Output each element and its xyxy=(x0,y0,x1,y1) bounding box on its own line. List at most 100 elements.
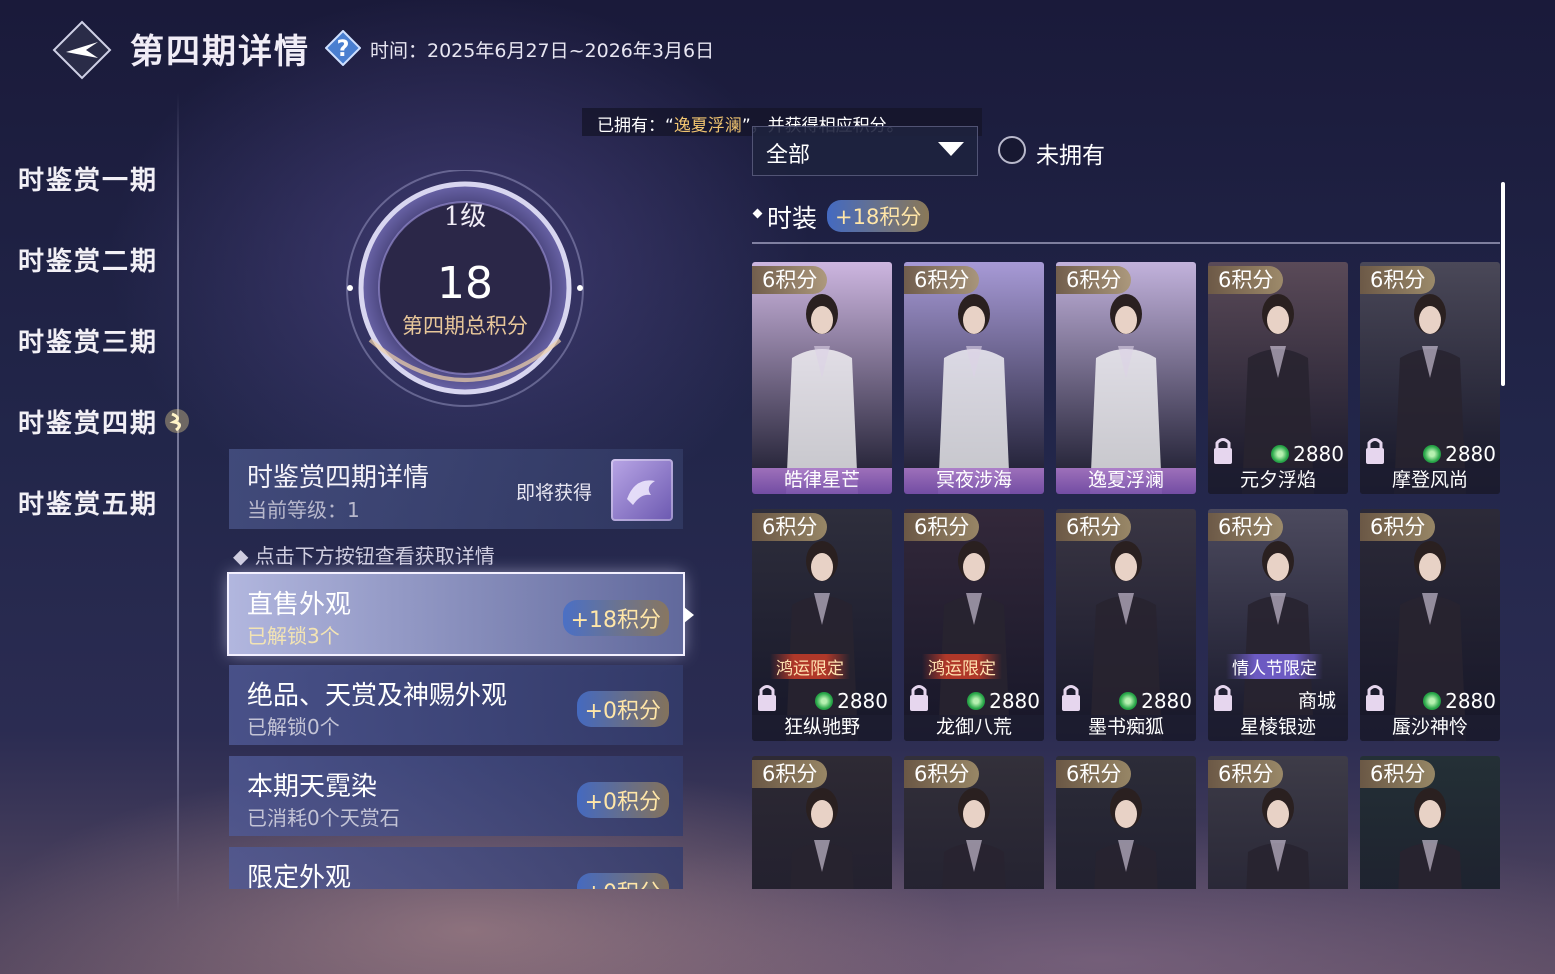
outfit-points-badge: 6积分 xyxy=(1056,760,1132,788)
category-limited[interactable]: 限定外观 +0积分 xyxy=(229,847,683,889)
lock-icon xyxy=(1366,438,1384,464)
category-title: 本期天霓染 xyxy=(247,772,378,802)
outfit-character-image xyxy=(938,294,1010,494)
outfit-price: 2880 xyxy=(1423,442,1496,466)
not-owned-label[interactable]: 未拥有 xyxy=(1036,136,1105,170)
outfit-points-badge: 6积分 xyxy=(1056,266,1132,294)
jade-currency-icon xyxy=(967,692,986,710)
outfit-name: 元夕浮焰 xyxy=(1239,469,1316,491)
outfit-price: 2880 xyxy=(1271,442,1344,466)
category-dye[interactable]: 本期天霓染 已消耗0个天赏石 +0积分 xyxy=(229,756,683,836)
outfit-card[interactable]: 6积分 xyxy=(752,756,892,889)
help-button[interactable]: ? xyxy=(324,29,362,67)
section-divider xyxy=(752,242,1500,244)
jade-currency-icon xyxy=(1423,445,1442,463)
category-limited-clip: 限定外观 +0积分 xyxy=(229,847,683,889)
outfit-character-image xyxy=(790,788,854,889)
outfit-card[interactable]: 6积分鸿运限定 2880 龙御八荒 xyxy=(904,509,1044,741)
category-points: +0积分 xyxy=(576,873,669,889)
hint-text: ◆ 点击下方按钮查看获取详情 xyxy=(233,544,495,568)
outfit-card[interactable]: 6积分情人节限定商城星棱银迹 xyxy=(1208,509,1348,741)
outfit-points-badge: 6积分 xyxy=(1360,266,1436,294)
outfit-shop-label: 商城 xyxy=(1297,690,1336,712)
diamond-icon xyxy=(752,208,763,219)
limited-tag: 鸿运限定 xyxy=(922,654,1002,679)
outfit-card[interactable]: 6积分冥夜涉海 xyxy=(904,262,1044,494)
outfit-price: 2880 xyxy=(967,689,1040,713)
lock-icon xyxy=(910,685,928,711)
outfit-card[interactable]: 6积分 2880 墨书痴狐 xyxy=(1056,509,1196,741)
jade-currency-icon xyxy=(815,692,834,710)
outfit-points-badge: 6积分 xyxy=(904,513,980,541)
limited-tag: 情人节限定 xyxy=(1226,654,1323,679)
sidebar-item-period-1[interactable]: 时鉴赏一期 xyxy=(18,160,158,197)
outfit-name: 皓律星芒 xyxy=(783,469,860,491)
sidebar-item-period-4[interactable]: 时鉴赏四期 xyxy=(18,403,158,440)
outfit-price-value: 2880 xyxy=(989,689,1040,713)
outfit-points-badge: 6积分 xyxy=(1360,513,1436,541)
outfit-price: 2880 xyxy=(1423,689,1496,713)
outfit-points-badge: 6积分 xyxy=(752,266,828,294)
outfit-card[interactable]: 6积分逸夏浮澜 xyxy=(1056,262,1196,494)
outfit-points-badge: 6积分 xyxy=(752,760,828,788)
outfit-points-badge: 6积分 xyxy=(752,513,828,541)
outfit-card[interactable]: 6积分 xyxy=(1360,756,1500,889)
current-level-text: 当前等级：1 xyxy=(247,498,360,522)
category-subtitle: 已解锁0个 xyxy=(247,715,340,739)
category-title: 绝品、天赏及神赐外观 xyxy=(247,681,508,711)
back-button[interactable] xyxy=(52,20,112,80)
outfit-card[interactable]: 6积分 xyxy=(1208,756,1348,889)
jade-currency-icon xyxy=(1271,445,1290,463)
event-time: 时间：2025年6月27日~2026年3月6日 xyxy=(370,40,715,62)
outfit-card[interactable]: 6积分 2880 蜃沙神怜 xyxy=(1360,509,1500,741)
outfit-name: 蜃沙神怜 xyxy=(1391,716,1468,738)
outfit-points-badge: 6积分 xyxy=(1208,513,1284,541)
lock-icon xyxy=(758,685,776,711)
upcoming-reward-icon[interactable] xyxy=(611,459,673,521)
lock-icon xyxy=(1214,685,1232,711)
sidebar-item-period-2[interactable]: 时鉴赏二期 xyxy=(18,241,158,278)
question-icon: ? xyxy=(324,29,362,67)
outfit-card[interactable]: 6积分 2880 摩登风尚 xyxy=(1360,262,1500,494)
lock-icon xyxy=(1062,685,1080,711)
outfit-card[interactable]: 6积分皓律星芒 xyxy=(752,262,892,494)
outfit-card[interactable]: 6积分 鸿运限定 2880 狂纵驰野 xyxy=(752,509,892,741)
outfit-points-badge: 6积分 xyxy=(1056,513,1132,541)
back-arrow-icon xyxy=(52,20,112,80)
outfit-card[interactable]: 6积分 2880 元夕浮焰 xyxy=(1208,262,1348,494)
category-premium[interactable]: 绝品、天赏及神赐外观 已解锁0个 +0积分 xyxy=(229,665,683,745)
selected-marker-icon xyxy=(160,404,194,438)
outfit-price-value: 2880 xyxy=(1445,689,1496,713)
outfit-points-badge: 6积分 xyxy=(904,266,980,294)
chevron-down-icon xyxy=(938,142,964,156)
outfit-name: 冥夜涉海 xyxy=(935,469,1012,491)
outfit-card[interactable]: 6积分 xyxy=(904,756,1044,889)
outfit-character-image xyxy=(1246,788,1310,889)
limited-tag: 鸿运限定 xyxy=(770,654,850,679)
outfit-character-image xyxy=(786,294,858,494)
lock-icon xyxy=(1366,685,1384,711)
not-owned-radio[interactable] xyxy=(998,136,1026,164)
active-arrow-icon xyxy=(684,607,694,623)
outfit-name: 墨书痴狐 xyxy=(1087,716,1164,738)
sidebar-item-period-5[interactable]: 时鉴赏五期 xyxy=(18,484,158,521)
total-score-label: 第四期总积分 xyxy=(402,314,528,338)
category-direct-sale[interactable]: 直售外观 已解锁3个 +18积分 xyxy=(229,574,683,654)
category-subtitle: 已解锁3个 xyxy=(247,624,340,648)
outfit-card[interactable]: 6积分 xyxy=(1056,756,1196,889)
outfit-name: 龙御八荒 xyxy=(935,716,1012,738)
jade-currency-icon xyxy=(1423,692,1442,710)
outfit-name: 星棱银迹 xyxy=(1239,716,1316,738)
outfit-character-image xyxy=(1090,294,1162,494)
outfit-name: 逸夏浮澜 xyxy=(1087,469,1164,491)
outfit-price-value: 2880 xyxy=(837,689,888,713)
outfit-points-badge: 6积分 xyxy=(1208,266,1284,294)
sidebar-item-period-3[interactable]: 时鉴赏三期 xyxy=(18,322,158,359)
period-detail-title: 时鉴赏四期详情 xyxy=(247,463,430,493)
svg-text:?: ? xyxy=(337,37,350,62)
category-title: 限定外观 xyxy=(247,863,352,889)
sidebar-divider xyxy=(177,92,179,912)
outfit-points-badge: 6积分 xyxy=(904,760,980,788)
lock-icon xyxy=(1214,438,1232,464)
outfit-name: 摩登风尚 xyxy=(1391,469,1468,491)
